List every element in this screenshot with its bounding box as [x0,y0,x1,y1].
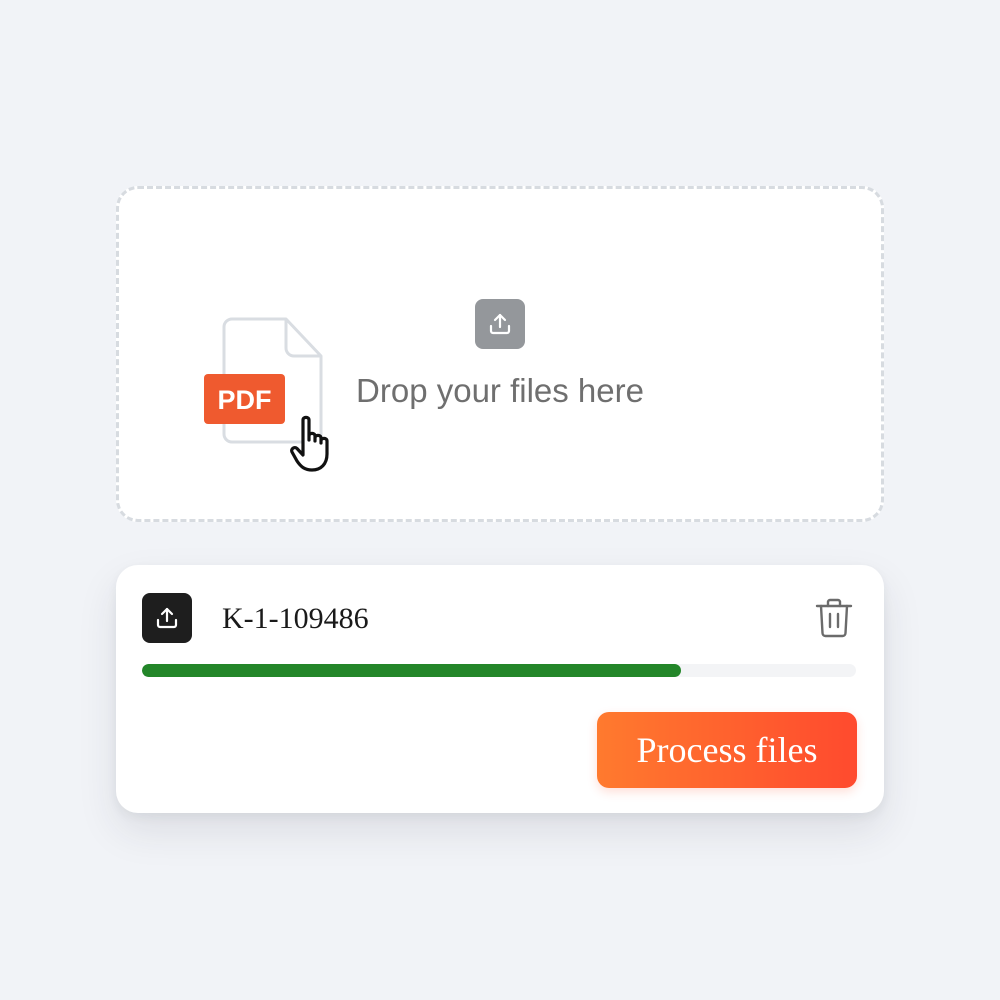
trash-icon[interactable] [814,597,854,639]
upload-progress-bar [142,664,856,677]
upload-progress-fill [142,664,682,677]
upload-arrow-icon [489,313,511,335]
file-item-card: K-1-109486 Process files [116,565,884,813]
pdf-badge-label: PDF [218,385,272,415]
file-name: K-1-109486 [222,602,369,635]
pdf-badge: PDF [204,374,285,424]
pointer-hand-icon [290,415,329,472]
process-files-button[interactable]: Process files [597,712,857,788]
upload-arrow-icon [156,607,178,629]
upload-icon [142,593,192,643]
dropzone-prompt: Drop your files here [356,372,644,409]
upload-icon[interactable] [475,299,525,349]
